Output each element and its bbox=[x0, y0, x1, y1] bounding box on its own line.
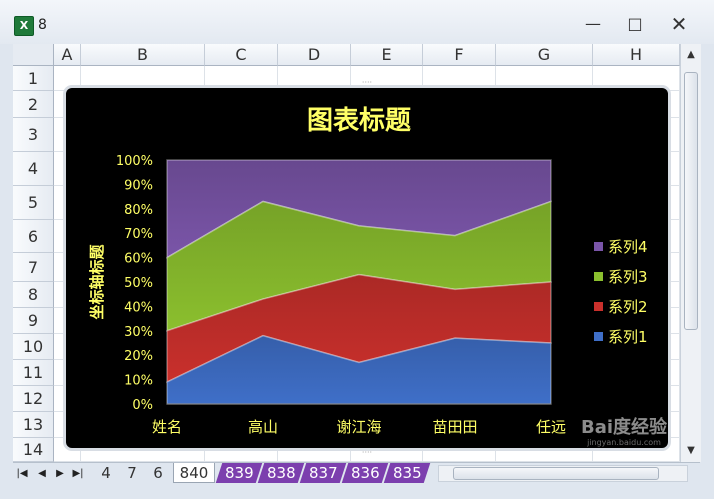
window-title: 8 bbox=[38, 17, 47, 33]
chart-svg: 图表标题坐标轴标题 0% 10% 20% 30% 40% 50% 60% 70% 80% 90% 10… bbox=[88, 106, 668, 447]
scroll-down-icon[interactable]: ▼ bbox=[684, 444, 698, 458]
first-sheet-icon[interactable]: |◀ bbox=[15, 466, 29, 482]
excel-icon[interactable]: X bbox=[14, 16, 34, 36]
row-header-6[interactable]: 6 bbox=[13, 220, 54, 253]
legend-label: 系列3 bbox=[608, 268, 648, 286]
y-tick-label: 80% bbox=[124, 203, 153, 218]
sheet-tab-837[interactable]: 837 bbox=[299, 463, 347, 483]
y-axis-title: 坐标轴标题 bbox=[88, 244, 106, 320]
legend-swatch bbox=[594, 272, 603, 281]
minimize-icon[interactable]: — bbox=[578, 12, 608, 36]
sheet-tab-label: 836 bbox=[350, 464, 380, 482]
sheet-tab-label: 839 bbox=[224, 464, 254, 482]
x-category-label: 高山 bbox=[248, 418, 278, 436]
x-category-label: 苗田田 bbox=[432, 418, 477, 436]
last-sheet-icon[interactable]: ▶| bbox=[71, 466, 85, 482]
sheet-tab-label: 837 bbox=[308, 464, 338, 482]
y-tick-label: 40% bbox=[124, 300, 153, 315]
sheet-tab-bar: |◀ ◀ ▶ ▶| 4 7 6 840 839 838 837 836 835 bbox=[13, 462, 700, 485]
sheet-tab-839[interactable]: 839 bbox=[215, 463, 263, 483]
y-tick-label: 20% bbox=[124, 349, 153, 364]
column-header-d[interactable]: D bbox=[278, 44, 351, 66]
row-header-11[interactable]: 11 bbox=[13, 360, 54, 386]
sheet-tab-4[interactable]: 4 bbox=[95, 463, 117, 483]
sheet-tab-6[interactable]: 6 bbox=[147, 463, 169, 483]
sheet-tab-label: 4 bbox=[101, 464, 111, 482]
x-category-label: 姓名 bbox=[152, 418, 182, 436]
sheet-tab-840[interactable]: 840 bbox=[173, 463, 215, 483]
row-header-14[interactable]: 14 bbox=[13, 438, 54, 462]
column-header-c[interactable]: C bbox=[205, 44, 278, 66]
chart-area[interactable]: 图表标题坐标轴标题 0% 10% 20% 30% 40% 50% 60% 70% 80% 90% 10… bbox=[66, 88, 668, 448]
horizontal-scroll-thumb[interactable] bbox=[453, 467, 659, 480]
column-header-b[interactable]: B bbox=[81, 44, 205, 66]
legend-swatch bbox=[594, 332, 603, 341]
y-tick-label: 100% bbox=[116, 154, 153, 169]
horizontal-scrollbar[interactable] bbox=[438, 465, 688, 482]
row-header-4[interactable]: 4 bbox=[13, 152, 54, 186]
x-category-label: 谢江海 bbox=[336, 418, 381, 436]
legend-label: 系列1 bbox=[608, 328, 648, 346]
row-header-3[interactable]: 3 bbox=[13, 118, 54, 152]
sheet-tab-label: 840 bbox=[179, 464, 209, 482]
column-header-a[interactable]: A bbox=[54, 44, 81, 66]
x-category-label: 任远 bbox=[536, 418, 566, 436]
row-header-13[interactable]: 13 bbox=[13, 412, 54, 438]
y-tick-label: 30% bbox=[124, 325, 153, 340]
row-header-10[interactable]: 10 bbox=[13, 334, 54, 360]
y-tick-label: 50% bbox=[124, 276, 153, 291]
title-bar: X 8 — □ ✕ bbox=[0, 0, 714, 44]
next-sheet-icon[interactable]: ▶ bbox=[53, 466, 67, 482]
prev-sheet-icon[interactable]: ◀ bbox=[35, 466, 49, 482]
sheet-tab-7[interactable]: 7 bbox=[121, 463, 143, 483]
sheet-tab-835[interactable]: 835 bbox=[383, 463, 431, 483]
chart-resize-handle-top[interactable]: ···· bbox=[361, 79, 373, 87]
watermark-url: jingyan.baidu.com bbox=[586, 438, 661, 447]
vertical-scrollbar[interactable]: ▲ ▼ bbox=[680, 44, 701, 462]
restore-icon[interactable]: □ bbox=[620, 12, 650, 36]
sheet-tab-label: 6 bbox=[153, 464, 163, 482]
select-all-corner[interactable] bbox=[13, 44, 54, 66]
legend-label: 系列4 bbox=[608, 238, 648, 256]
chart-resize-handle-bottom[interactable]: ···· bbox=[361, 449, 373, 457]
row-header-9[interactable]: 9 bbox=[13, 308, 54, 334]
column-header-e[interactable]: E bbox=[351, 44, 423, 66]
row-header-8[interactable]: 8 bbox=[13, 282, 54, 308]
row-header-7[interactable]: 7 bbox=[13, 253, 54, 282]
sheet-tab-label: 835 bbox=[392, 464, 422, 482]
sheet-tab-836[interactable]: 836 bbox=[341, 463, 389, 483]
legend-swatch bbox=[594, 302, 603, 311]
chart-title: 图表标题 bbox=[307, 106, 411, 136]
legend-swatch bbox=[594, 242, 603, 251]
y-tick-label: 0% bbox=[132, 398, 153, 413]
column-header-f[interactable]: F bbox=[423, 44, 496, 66]
row-header-12[interactable]: 12 bbox=[13, 386, 54, 412]
column-header-h[interactable]: H bbox=[593, 44, 680, 66]
y-tick-label: 60% bbox=[124, 252, 153, 267]
sheet-tab-label: 838 bbox=[266, 464, 296, 482]
legend-label: 系列2 bbox=[608, 298, 648, 316]
y-tick-label: 70% bbox=[124, 227, 153, 242]
excel-window: X 8 — □ ✕ ABCDEFGH 1 2 3 4 5 6 7 8 9 10 11 12 13 14 ▲… bbox=[0, 0, 714, 499]
column-header-g[interactable]: G bbox=[496, 44, 593, 66]
row-header-1[interactable]: 1 bbox=[13, 66, 54, 91]
vertical-scroll-thumb[interactable] bbox=[684, 72, 698, 330]
sheet-tab-label: 7 bbox=[127, 464, 137, 482]
sheet-tab-838[interactable]: 838 bbox=[257, 463, 305, 483]
close-icon[interactable]: ✕ bbox=[664, 12, 694, 36]
row-header-5[interactable]: 5 bbox=[13, 186, 54, 220]
row-header-2[interactable]: 2 bbox=[13, 91, 54, 118]
watermark-logo: Bai度经验 bbox=[581, 416, 668, 438]
y-tick-label: 10% bbox=[124, 374, 153, 389]
scroll-up-icon[interactable]: ▲ bbox=[684, 48, 698, 62]
y-tick-label: 90% bbox=[124, 178, 153, 193]
